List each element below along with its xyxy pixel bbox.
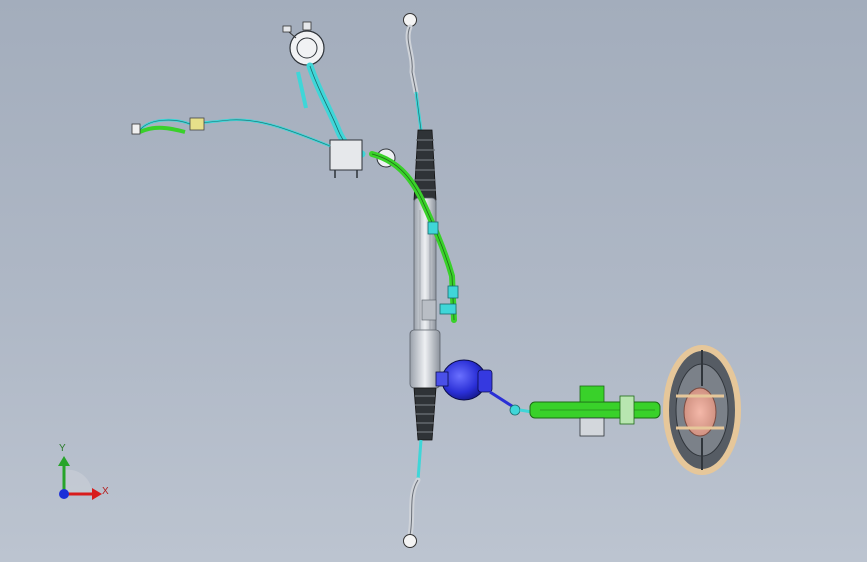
axis-triad xyxy=(58,456,102,500)
steering-column[interactable] xyxy=(529,385,661,437)
rack-boot-lower[interactable] xyxy=(413,387,437,441)
z-axis-origin xyxy=(59,489,69,499)
tie-rod-top[interactable] xyxy=(403,13,423,131)
assembly-model[interactable] xyxy=(0,0,867,562)
intermediate-shaft[interactable] xyxy=(489,390,533,416)
fluid-reservoir[interactable] xyxy=(282,21,325,66)
steering-wheel[interactable] xyxy=(663,345,741,475)
cad-viewport[interactable]: Y X xyxy=(0,0,867,562)
x-axis-label: X xyxy=(102,486,109,497)
steering-gear-valve[interactable] xyxy=(435,359,493,401)
feed-line[interactable] xyxy=(131,117,331,148)
y-axis-label: Y xyxy=(59,443,66,454)
tie-rod-bottom[interactable] xyxy=(403,439,423,548)
